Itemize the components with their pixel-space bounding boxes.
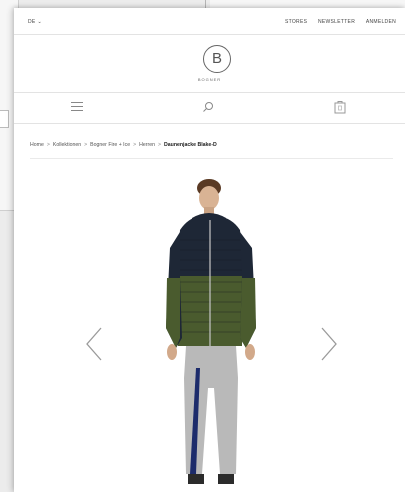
breadcrumb-current: Daunenjacke Blake-D [164, 142, 217, 148]
login-link[interactable]: ANMELDEN [366, 19, 396, 25]
breadcrumb-separator: > [133, 142, 137, 148]
language-label: DE [28, 19, 36, 25]
breadcrumb-divider [30, 158, 393, 159]
breadcrumb-separator: > [158, 142, 162, 148]
brand-logo[interactable]: B [203, 45, 231, 73]
chevron-left-icon[interactable] [84, 326, 104, 362]
breadcrumb-men[interactable]: Herren [139, 142, 155, 148]
shopping-bag-icon[interactable] [334, 100, 346, 114]
breadcrumb-fire-ice[interactable]: Bogner Fire + Ice [90, 142, 130, 148]
mobile-page-preview: DE ⌄ STORES NEWSLETTER ANMELDEN B BOGNER … [14, 8, 405, 492]
breadcrumb-separator: > [46, 142, 50, 148]
stores-link[interactable]: STORES [285, 19, 307, 25]
navigation-icon-bar [14, 93, 405, 124]
search-icon[interactable] [202, 101, 214, 113]
breadcrumb: Home > Kollektionen > Bogner Fire + Ice > Herr… [30, 142, 217, 148]
product-image [166, 179, 256, 484]
breadcrumb-home[interactable]: Home [30, 142, 44, 148]
chevron-down-icon: ⌄ [37, 19, 43, 25]
breadcrumb-collections[interactable]: Kollektionen [53, 142, 81, 148]
logo-wordmark: BOGNER [197, 77, 222, 82]
logo-header: B BOGNER [14, 34, 405, 93]
top-links: STORES NEWSLETTER ANMELDEN [276, 19, 396, 25]
chevron-right-icon[interactable] [319, 326, 339, 362]
hamburger-menu-icon[interactable] [71, 102, 83, 112]
logo-letter: B [211, 50, 222, 67]
language-selector[interactable]: DE ⌄ [28, 19, 42, 25]
top-utility-bar: DE ⌄ STORES NEWSLETTER ANMELDEN [14, 8, 405, 35]
newsletter-link[interactable]: NEWSLETTER [318, 19, 355, 25]
background-input-fragment [0, 110, 9, 128]
breadcrumb-separator: > [84, 142, 88, 148]
